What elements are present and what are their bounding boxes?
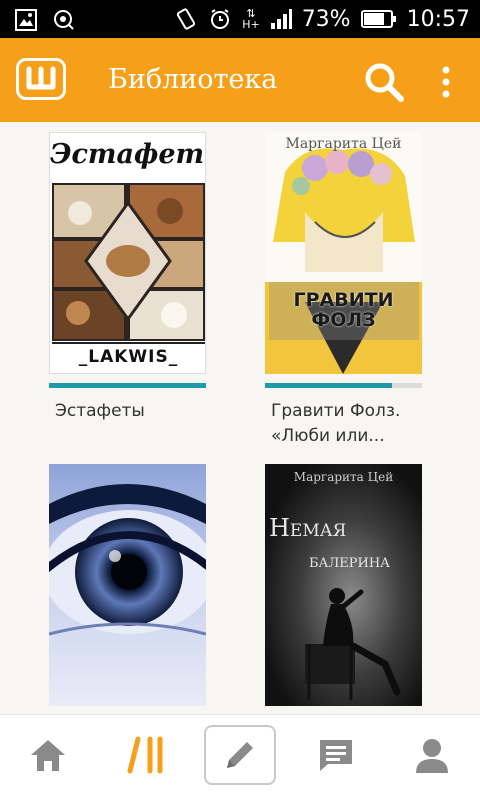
clock: 10:57 (406, 6, 470, 32)
book-cover[interactable]: Маргарита Цей ГРАВИТИ ФОЛЗ (265, 132, 422, 374)
alarm-icon (211, 9, 230, 29)
vibrate-icon (177, 8, 196, 30)
book-title[interactable]: Эстафеты (55, 399, 225, 424)
bottom-navigation (0, 714, 480, 800)
book-card[interactable]: Маргарита Цей Немая балерина (240, 452, 480, 714)
cover-art-blue-eye (49, 464, 206, 706)
book-card[interactable]: Маргарита Цей ГРАВИТИ ФОЛЗ Гравити Фолз.… (240, 122, 480, 452)
write-icon (227, 742, 253, 768)
reading-progress (49, 383, 206, 388)
network-type: ⇅ H+ (242, 8, 260, 30)
status-bar: ⇅ H+ 73% 10:57 (0, 0, 480, 38)
signal-icon (270, 9, 292, 29)
library-grid: Эстафеты _LAKWIS_ Эстафеты (0, 122, 480, 714)
wattpad-logo-icon[interactable] (16, 58, 66, 100)
gallery-icon (15, 9, 37, 31)
library-icon (127, 736, 163, 774)
book-cover[interactable]: Маргарита Цей Немая балерина (265, 464, 422, 706)
book-card[interactable]: Эстафеты _LAKWIS_ Эстафеты (0, 122, 240, 452)
nav-messages[interactable] (300, 725, 372, 785)
nav-write[interactable] (204, 725, 276, 785)
nav-home[interactable] (12, 725, 84, 785)
book-card[interactable] (0, 452, 240, 714)
profile-icon (416, 739, 448, 773)
notification-icon (54, 10, 74, 30)
search-icon[interactable] (362, 60, 406, 104)
logo-glyph (26, 66, 56, 90)
battery-percent: 73% (301, 6, 351, 32)
book-cover[interactable] (49, 464, 206, 706)
progress-fill (265, 383, 393, 388)
reading-progress (265, 383, 422, 388)
messages-icon (320, 740, 352, 771)
cover-footer: _LAKWIS_ (78, 347, 179, 367)
app-bar: Библиотека (0, 38, 480, 122)
page-title: Библиотека (108, 64, 278, 95)
cover-art-ballerina (265, 464, 422, 706)
progress-fill (49, 383, 206, 388)
nav-profile[interactable] (396, 725, 468, 785)
network-label: H+ (242, 18, 260, 31)
home-icon (31, 740, 65, 771)
cover-title-line-1: Немая (269, 514, 347, 542)
book-title[interactable]: Гравити Фолз. «Люби или... (271, 399, 441, 449)
cover-art-gravity-falls (265, 132, 422, 374)
battery-icon (360, 10, 396, 28)
cover-title-line-2: балерина (309, 550, 391, 572)
cover-author: Маргарита Цей (285, 136, 402, 152)
cover-title: Эстафеты (50, 139, 205, 170)
cover-title: ГРАВИТИ ФОЛЗ (293, 289, 394, 331)
more-options-icon[interactable] (432, 62, 460, 102)
cover-author: Маргарита Цей (293, 470, 394, 484)
nav-library[interactable] (110, 725, 182, 785)
book-cover[interactable]: Эстафеты _LAKWIS_ (49, 132, 206, 374)
